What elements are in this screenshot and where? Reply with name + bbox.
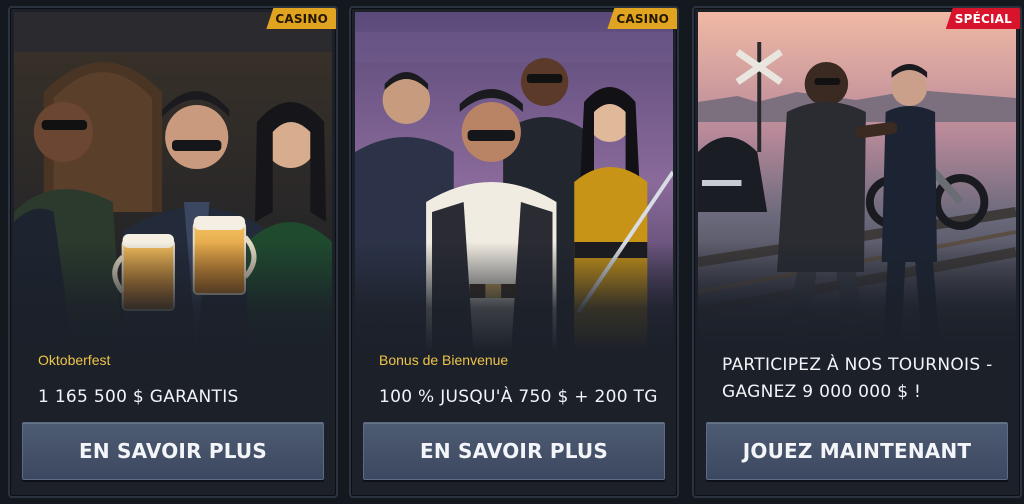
category-badge: SPÉCIAL — [945, 8, 1020, 29]
artwork-fade — [355, 242, 673, 352]
promo-card-welcome-bonus[interactable]: CASINO Bonus de Bienvenue 100 % JUSQU'À … — [349, 6, 679, 498]
promo-artwork-oktoberfest — [14, 12, 332, 352]
promo-subtitle: Bonus de Bienvenue — [379, 352, 509, 368]
promo-subtitle: Oktoberfest — [38, 352, 111, 368]
promo-artwork-tournaments — [698, 12, 1016, 352]
learn-more-button[interactable]: EN SAVOIR PLUS — [363, 422, 665, 480]
artwork-fade — [14, 242, 332, 352]
promo-headline: 1 165 500 $ GARANTIS — [38, 387, 239, 407]
promo-headline: 100 % JUSQU'À 750 $ + 200 TG — [379, 387, 658, 407]
category-badge: CASINO — [607, 8, 677, 29]
category-badge: CASINO — [266, 8, 336, 29]
promo-headline: PARTICIPEZ À NOS TOURNOIS - GAGNEZ 9 000… — [722, 355, 993, 402]
promo-card-tournaments[interactable]: SPÉCIAL PARTICIPEZ À NOS TOURNOIS - GAGN… — [692, 6, 1022, 498]
play-now-button[interactable]: JOUEZ MAINTENANT — [706, 422, 1008, 480]
promotions-grid: CASINO Oktoberfest 1 165 500 $ GARANTIS … — [0, 0, 1024, 504]
promo-artwork-welcome-bonus — [355, 12, 673, 352]
artwork-fade — [698, 242, 1016, 352]
promo-card-oktoberfest[interactable]: CASINO Oktoberfest 1 165 500 $ GARANTIS … — [8, 6, 338, 498]
learn-more-button[interactable]: EN SAVOIR PLUS — [22, 422, 324, 480]
